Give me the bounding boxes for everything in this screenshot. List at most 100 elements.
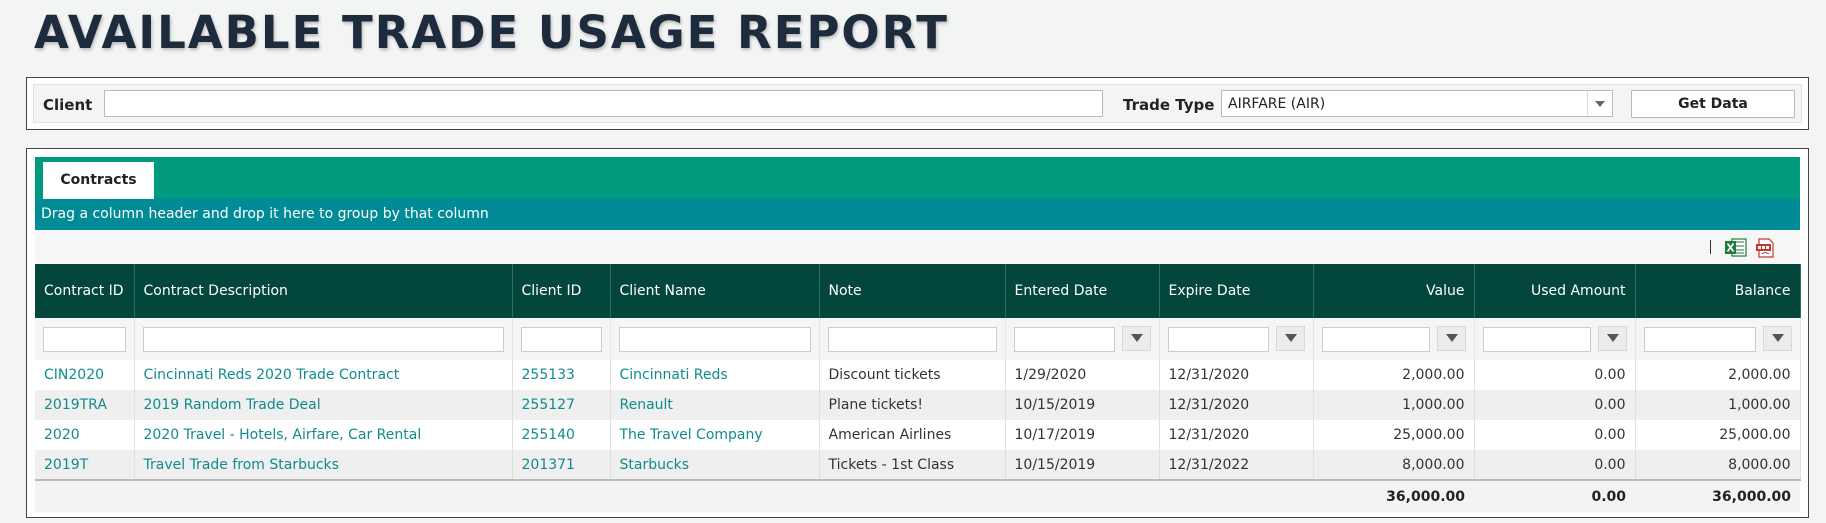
cell-entered-date: 10/17/2019 bbox=[1005, 420, 1160, 450]
column-header-balance[interactable]: Balance bbox=[1635, 264, 1801, 318]
cell-value: 1,000.00 bbox=[1313, 390, 1475, 420]
filter-funnel-icon[interactable] bbox=[1762, 326, 1792, 351]
column-header-value[interactable]: Value bbox=[1313, 264, 1475, 318]
cell-contract-id-link[interactable]: 2019TRA bbox=[35, 390, 135, 420]
filter-cell bbox=[512, 318, 611, 360]
cell-balance: 2,000.00 bbox=[1635, 360, 1801, 390]
column-header-expire-date[interactable]: Expire Date bbox=[1159, 264, 1314, 318]
filter-note-input[interactable] bbox=[827, 326, 997, 352]
filter-contract-id-input[interactable] bbox=[43, 326, 126, 352]
cell-used-amount: 0.00 bbox=[1474, 390, 1636, 420]
tab-contracts[interactable]: Contracts bbox=[43, 162, 154, 199]
cell-expire-date: 12/31/2020 bbox=[1159, 360, 1314, 390]
get-data-button[interactable]: Get Data bbox=[1631, 90, 1795, 118]
total-used-amount: 0.00 bbox=[1474, 479, 1635, 512]
page-title: AVAILABLE TRADE USAGE REPORT bbox=[34, 6, 949, 59]
cell-entered-date: 1/29/2020 bbox=[1005, 360, 1160, 390]
cell-used-amount: 0.00 bbox=[1474, 450, 1636, 480]
filter-entered-date-input[interactable] bbox=[1013, 326, 1115, 352]
cell-value: 8,000.00 bbox=[1313, 450, 1475, 480]
column-header-used-amount[interactable]: Used Amount bbox=[1474, 264, 1636, 318]
cell-contract-description-link[interactable]: Travel Trade from Starbucks bbox=[134, 450, 513, 480]
cell-client-id-link[interactable]: 255133 bbox=[512, 360, 611, 390]
cell-balance: 8,000.00 bbox=[1635, 450, 1801, 480]
column-header-client-id[interactable]: Client ID bbox=[512, 264, 611, 318]
cell-contract-description-link[interactable]: 2019 Random Trade Deal bbox=[134, 390, 513, 420]
cell-contract-id-link[interactable]: CIN2020 bbox=[35, 360, 135, 390]
total-balance: 36,000.00 bbox=[1635, 479, 1800, 512]
filter-client-name-input[interactable] bbox=[618, 326, 811, 352]
cell-contract-description-link[interactable]: 2020 Travel - Hotels, Airfare, Car Renta… bbox=[134, 420, 513, 450]
cell-used-amount: 0.00 bbox=[1474, 360, 1636, 390]
trade-type-label: Trade Type bbox=[1123, 96, 1215, 114]
filter-balance-input[interactable] bbox=[1643, 326, 1756, 352]
cell-note: American Airlines bbox=[819, 420, 1006, 450]
filter-cell bbox=[134, 318, 513, 360]
client-input[interactable] bbox=[104, 90, 1103, 117]
cell-note: Tickets - 1st Class bbox=[819, 450, 1006, 480]
totals-row: 36,000.00 0.00 36,000.00 bbox=[35, 479, 1800, 512]
cell-value: 25,000.00 bbox=[1313, 420, 1475, 450]
filter-contract-description-input[interactable] bbox=[142, 326, 504, 352]
filter-value-input[interactable] bbox=[1321, 326, 1430, 352]
filter-client-id-input[interactable] bbox=[520, 326, 602, 352]
filter-expire-date-input[interactable] bbox=[1167, 326, 1269, 352]
column-header-note[interactable]: Note bbox=[819, 264, 1006, 318]
cell-client-id-link[interactable]: 255140 bbox=[512, 420, 611, 450]
cell-value: 2,000.00 bbox=[1313, 360, 1475, 390]
cell-client-id-link[interactable]: 255127 bbox=[512, 390, 611, 420]
filter-cell bbox=[1474, 318, 1636, 360]
column-header-contract-description[interactable]: Contract Description bbox=[134, 264, 513, 318]
chevron-down-icon[interactable] bbox=[1587, 91, 1612, 116]
column-header-client-name[interactable]: Client Name bbox=[610, 264, 820, 318]
filter-funnel-icon[interactable] bbox=[1121, 326, 1151, 351]
group-drop-area[interactable]: Drag a column header and drop it here to… bbox=[35, 199, 1800, 230]
filter-cell bbox=[1313, 318, 1475, 360]
table-row[interactable]: CIN2020 Cincinnati Reds 2020 Trade Contr… bbox=[35, 360, 1801, 390]
cell-expire-date: 12/31/2020 bbox=[1159, 390, 1314, 420]
cell-balance: 25,000.00 bbox=[1635, 420, 1801, 450]
cell-expire-date: 12/31/2022 bbox=[1159, 450, 1314, 480]
filter-cell bbox=[35, 318, 135, 360]
cell-client-name-link[interactable]: Cincinnati Reds bbox=[610, 360, 820, 390]
excel-export-icon[interactable] bbox=[1725, 238, 1747, 257]
cell-contract-description-link[interactable]: Cincinnati Reds 2020 Trade Contract bbox=[134, 360, 513, 390]
table-row[interactable]: 2020 2020 Travel - Hotels, Airfare, Car … bbox=[35, 420, 1801, 450]
cell-used-amount: 0.00 bbox=[1474, 420, 1636, 450]
table-row[interactable]: 2019T Travel Trade from Starbucks 201371… bbox=[35, 450, 1801, 480]
filter-cell bbox=[819, 318, 1006, 360]
cell-client-name-link[interactable]: Starbucks bbox=[610, 450, 820, 480]
cell-entered-date: 10/15/2019 bbox=[1005, 450, 1160, 480]
cell-client-id-link[interactable]: 201371 bbox=[512, 450, 611, 480]
totals-spacer bbox=[35, 479, 1313, 512]
cell-contract-id-link[interactable]: 2019T bbox=[35, 450, 135, 480]
toolbar-divider bbox=[1710, 240, 1711, 254]
cell-note: Discount tickets bbox=[819, 360, 1006, 390]
total-value: 36,000.00 bbox=[1313, 479, 1474, 512]
cell-balance: 1,000.00 bbox=[1635, 390, 1801, 420]
filter-cell bbox=[610, 318, 820, 360]
cell-expire-date: 12/31/2020 bbox=[1159, 420, 1314, 450]
client-label: Client bbox=[43, 96, 93, 114]
tabstrip bbox=[35, 157, 1800, 199]
filter-cell bbox=[1635, 318, 1801, 360]
contracts-grid: Contract ID Contract Description Client … bbox=[35, 264, 1801, 512]
filter-cell bbox=[1005, 318, 1160, 360]
column-header-entered-date[interactable]: Entered Date bbox=[1005, 264, 1160, 318]
cell-note: Plane tickets! bbox=[819, 390, 1006, 420]
trade-type-value: AIRFARE (AIR) bbox=[1228, 96, 1326, 112]
cell-entered-date: 10/15/2019 bbox=[1005, 390, 1160, 420]
grid-toolbar bbox=[35, 230, 1800, 264]
filter-used-amount-input[interactable] bbox=[1482, 326, 1591, 352]
table-row[interactable]: 2019TRA 2019 Random Trade Deal 255127 Re… bbox=[35, 390, 1801, 420]
trade-type-select[interactable]: AIRFARE (AIR) bbox=[1221, 90, 1613, 117]
cell-client-name-link[interactable]: The Travel Company bbox=[610, 420, 820, 450]
filter-funnel-icon[interactable] bbox=[1597, 326, 1627, 351]
filter-funnel-icon[interactable] bbox=[1275, 326, 1305, 351]
filter-funnel-icon[interactable] bbox=[1436, 326, 1466, 351]
column-header-contract-id[interactable]: Contract ID bbox=[35, 264, 135, 318]
cell-contract-id-link[interactable]: 2020 bbox=[35, 420, 135, 450]
cell-client-name-link[interactable]: Renault bbox=[610, 390, 820, 420]
pdf-export-icon[interactable] bbox=[1755, 238, 1775, 258]
filter-cell bbox=[1159, 318, 1314, 360]
